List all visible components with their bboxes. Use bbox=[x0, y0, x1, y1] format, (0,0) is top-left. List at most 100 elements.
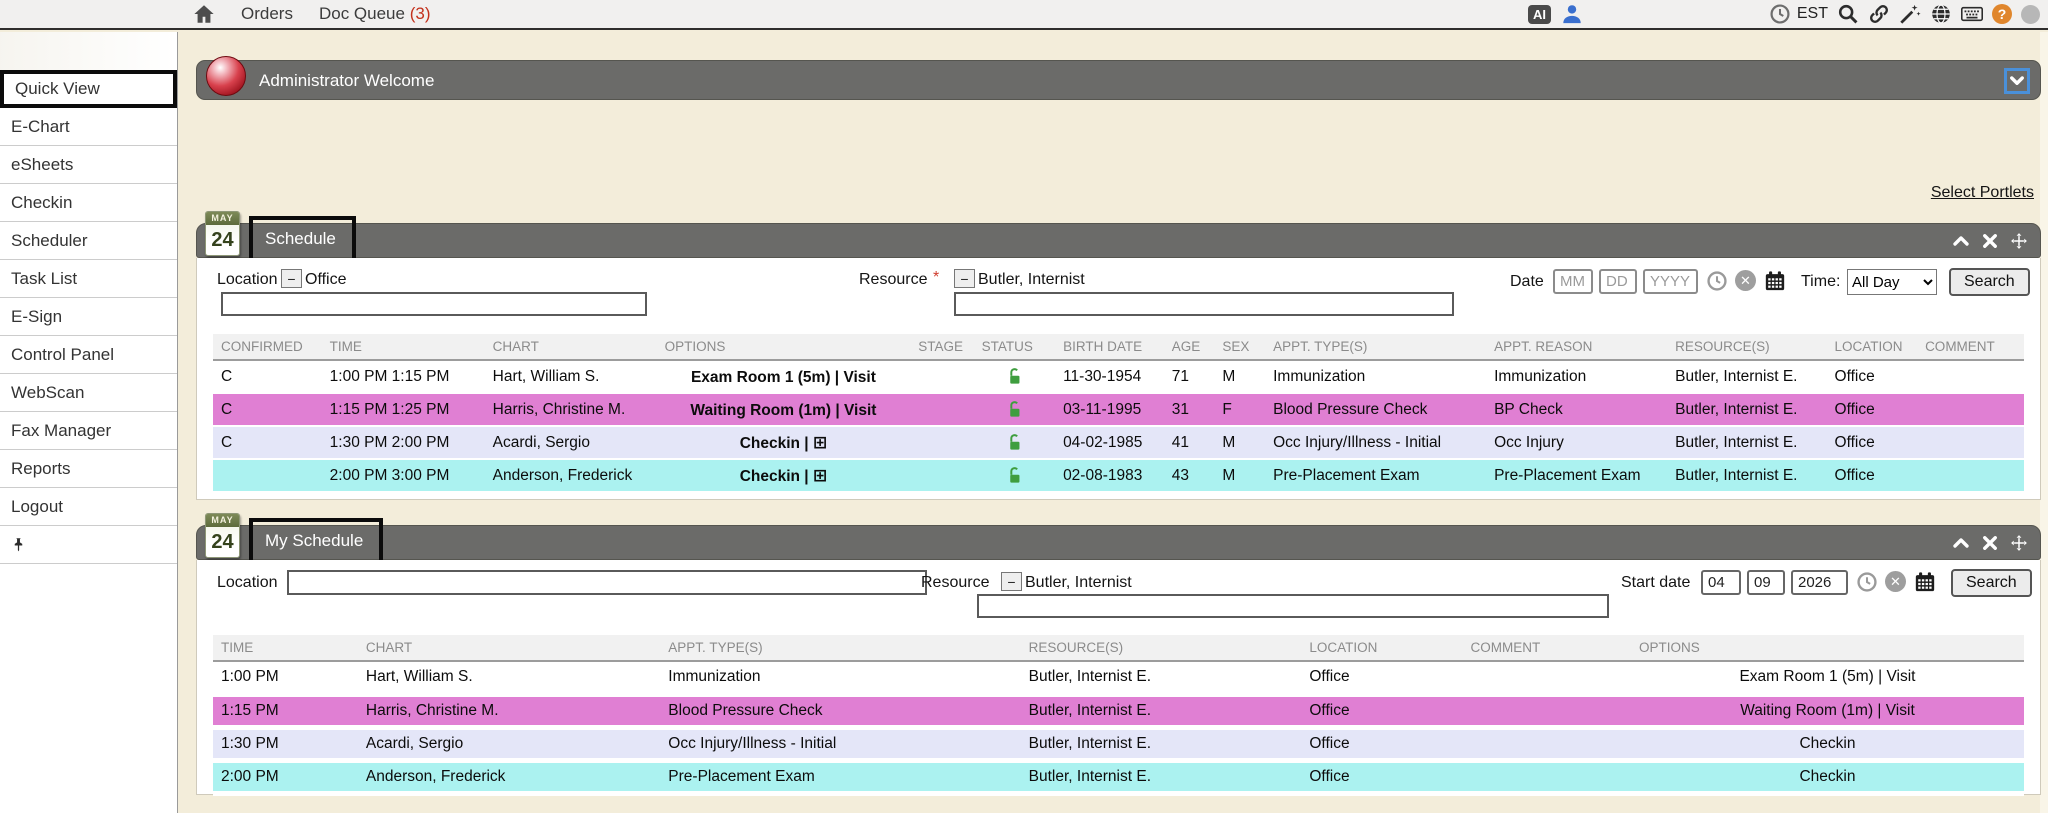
options-links[interactable]: Exam Room 1 (5m) | Visit bbox=[1631, 661, 2024, 694]
calendar-picker-icon[interactable] bbox=[1764, 270, 1786, 292]
sidebar: Quick View E-Chart eSheets Checkin Sched… bbox=[0, 32, 178, 813]
clock-icon[interactable] bbox=[1769, 3, 1791, 25]
ai-badge[interactable]: AI bbox=[1528, 5, 1551, 24]
clear-date-icon[interactable]: ✕ bbox=[1735, 270, 1756, 291]
location-input[interactable] bbox=[287, 570, 927, 595]
table-row: 1:15 PM Harris, Christine M. Blood Press… bbox=[213, 694, 2024, 727]
unlock-icon[interactable] bbox=[1006, 367, 1023, 386]
boxed-plus-icon[interactable]: ⊞ bbox=[813, 466, 827, 485]
calendar-month-label: MAY bbox=[206, 212, 239, 225]
move-icon[interactable] bbox=[2010, 534, 2028, 552]
required-asterisk: * bbox=[933, 269, 939, 287]
sidebar-item-webscan[interactable]: WebScan bbox=[0, 374, 177, 412]
options-links[interactable]: Checkin | ⊞ bbox=[657, 459, 911, 492]
col-resources: RESOURCE(S) bbox=[1667, 334, 1826, 360]
globe-icon[interactable] bbox=[1930, 3, 1952, 25]
date-year-input[interactable] bbox=[1643, 269, 1698, 294]
date-month-input[interactable] bbox=[1553, 269, 1593, 294]
col-stage: STAGE bbox=[910, 334, 973, 360]
start-date-day-input[interactable] bbox=[1747, 570, 1785, 595]
options-links[interactable]: Checkin bbox=[1631, 760, 2024, 793]
calendar-day-label: 24 bbox=[206, 225, 239, 255]
close-icon[interactable] bbox=[1981, 534, 1999, 552]
boxed-plus-icon[interactable]: ⊞ bbox=[813, 433, 827, 452]
keyboard-icon[interactable] bbox=[1961, 3, 1983, 25]
my-schedule-table: TIME CHART APPT. TYPE(S) RESOURCE(S) LOC… bbox=[213, 635, 2024, 796]
doc-queue-count: (3) bbox=[410, 4, 431, 23]
time-select[interactable]: All Day bbox=[1847, 269, 1937, 295]
right-edge-strip bbox=[2040, 32, 2048, 813]
location-input[interactable] bbox=[221, 292, 647, 316]
options-links[interactable]: Waiting Room (1m) | Visit bbox=[1631, 694, 2024, 727]
sidebar-item-control-panel[interactable]: Control Panel bbox=[0, 336, 177, 374]
sidebar-item-e-sign[interactable]: E-Sign bbox=[0, 298, 177, 336]
sidebar-item-scheduler[interactable]: Scheduler bbox=[0, 222, 177, 260]
sidebar-item-task-list[interactable]: Task List bbox=[0, 260, 177, 298]
breadcrumb-orders[interactable]: Orders bbox=[241, 4, 293, 24]
calendar-date-icon: MAY 24 bbox=[205, 211, 240, 256]
red-sphere-icon bbox=[206, 56, 246, 96]
close-icon[interactable] bbox=[1981, 232, 1999, 250]
sidebar-item-checkin[interactable]: Checkin bbox=[0, 184, 177, 222]
unlock-icon[interactable] bbox=[1006, 433, 1023, 452]
start-date-year-input[interactable] bbox=[1791, 570, 1848, 595]
sidebar-item-reports[interactable]: Reports bbox=[0, 450, 177, 488]
options-links[interactable]: Checkin bbox=[1631, 727, 2024, 760]
col-appt-types: APPT. TYPE(S) bbox=[1265, 334, 1486, 360]
location-label: Location bbox=[217, 271, 278, 289]
col-status: STATUS bbox=[974, 334, 1055, 360]
welcome-collapse-button[interactable] bbox=[2004, 68, 2030, 94]
sidebar-item-logout[interactable]: Logout bbox=[0, 488, 177, 526]
unlock-icon[interactable] bbox=[1006, 400, 1023, 419]
resource-input[interactable] bbox=[977, 594, 1609, 618]
start-date-label: Start date bbox=[1621, 574, 1690, 592]
calendar-picker-icon[interactable] bbox=[1914, 571, 1936, 593]
main-area: Administrator Welcome Select Portlets MA… bbox=[179, 32, 2048, 813]
sidebar-item-quick-view[interactable]: Quick View bbox=[0, 70, 177, 108]
options-links[interactable]: Waiting Room (1m) | Visit bbox=[657, 393, 911, 426]
schedule-search-button[interactable]: Search bbox=[1949, 268, 2030, 296]
wand-icon[interactable] bbox=[1899, 3, 1921, 25]
col-time: TIME bbox=[213, 635, 358, 661]
breadcrumb-doc-queue[interactable]: Doc Queue (3) bbox=[319, 4, 431, 24]
location-collapse-button[interactable]: − bbox=[281, 269, 302, 288]
my-schedule-search-button[interactable]: Search bbox=[1951, 569, 2032, 597]
unlock-icon[interactable] bbox=[1006, 466, 1023, 485]
sidebar-item-esheets[interactable]: eSheets bbox=[0, 146, 177, 184]
options-links[interactable]: Checkin | ⊞ bbox=[657, 426, 911, 459]
resource-input[interactable] bbox=[954, 292, 1454, 316]
doc-queue-label: Doc Queue bbox=[319, 4, 405, 23]
resource-collapse-button[interactable]: − bbox=[1001, 572, 1022, 591]
link-icon[interactable] bbox=[1868, 3, 1890, 25]
my-schedule-portlet: MAY 24 My Schedule Location Resource − B… bbox=[196, 525, 2041, 795]
schedule-portlet-header[interactable]: MAY 24 Schedule bbox=[196, 223, 2041, 258]
home-icon[interactable] bbox=[193, 3, 215, 25]
sidebar-item-fax-manager[interactable]: Fax Manager bbox=[0, 412, 177, 450]
col-location: LOCATION bbox=[1827, 334, 1918, 360]
date-day-input[interactable] bbox=[1599, 269, 1637, 294]
search-icon[interactable] bbox=[1837, 3, 1859, 25]
col-options: OPTIONS bbox=[657, 334, 911, 360]
time-picker-icon[interactable] bbox=[1706, 270, 1728, 292]
collapse-icon[interactable] bbox=[1952, 232, 1970, 250]
sidebar-pin-item[interactable] bbox=[0, 526, 177, 564]
col-sex: SEX bbox=[1214, 334, 1265, 360]
col-time: TIME bbox=[322, 334, 485, 360]
options-links[interactable]: Exam Room 1 (5m) | Visit bbox=[657, 360, 911, 393]
status-circle-icon bbox=[2021, 5, 2040, 24]
start-date-month-input[interactable] bbox=[1701, 570, 1741, 595]
time-label: Time: bbox=[1801, 273, 1840, 291]
table-row: 1:00 PM Hart, William S. Immunization Bu… bbox=[213, 661, 2024, 694]
sidebar-item-e-chart[interactable]: E-Chart bbox=[0, 108, 177, 146]
collapse-icon[interactable] bbox=[1952, 534, 1970, 552]
help-icon[interactable]: ? bbox=[1992, 4, 2012, 24]
user-icon[interactable] bbox=[1561, 3, 1583, 25]
welcome-title: Administrator Welcome bbox=[259, 71, 434, 91]
col-chart: CHART bbox=[485, 334, 657, 360]
move-icon[interactable] bbox=[2010, 232, 2028, 250]
resource-collapse-button[interactable]: − bbox=[954, 269, 975, 288]
time-picker-icon[interactable] bbox=[1856, 571, 1878, 593]
clear-date-icon[interactable]: ✕ bbox=[1885, 571, 1906, 592]
select-portlets-link[interactable]: Select Portlets bbox=[1931, 184, 2034, 202]
my-schedule-portlet-header[interactable]: MAY 24 My Schedule bbox=[196, 525, 2041, 560]
